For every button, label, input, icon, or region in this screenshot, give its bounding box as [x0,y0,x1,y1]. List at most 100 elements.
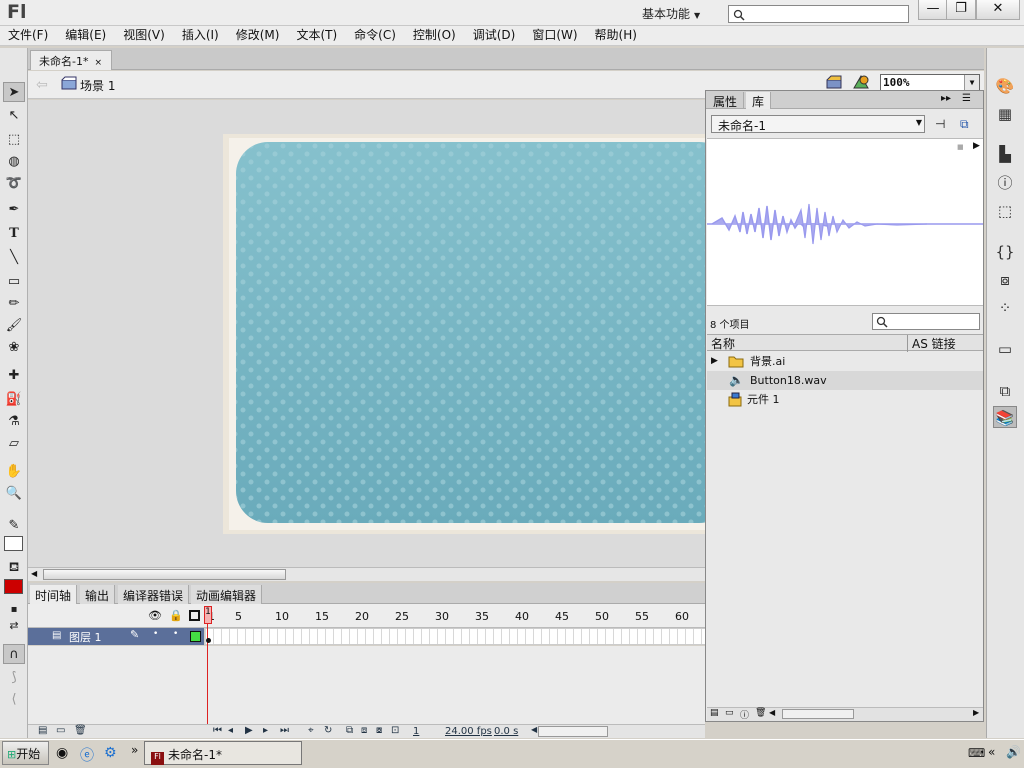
center-frame-icon[interactable]: ⌖ [308,725,314,736]
layer-row[interactable]: ▤ 图层 1 ✎ • • [28,628,204,645]
edit-multiple-frames-icon[interactable]: ⧇ [376,725,382,736]
start-button[interactable]: ⊞开始 [2,741,49,765]
eraser-tool[interactable]: ▱ [3,434,25,454]
column-name[interactable]: 名称 [711,335,735,352]
menu-help[interactable]: 帮助(H) [595,26,637,44]
brush-tool[interactable]: 🖌 [3,316,25,336]
snap-magnet-icon[interactable]: ∩ [3,644,25,664]
library-item-symbol[interactable]: 元件 1 [707,390,983,409]
lasso-tool[interactable]: ➰ [3,174,25,194]
delete-layer-icon[interactable]: 🗑 [74,725,87,736]
menu-insert[interactable]: 插入(I) [182,26,219,44]
onion-skin-icon[interactable]: ⧉ [346,725,353,736]
menu-text[interactable]: 文本(T) [296,26,337,44]
transform-icon[interactable]: ⬚ [993,200,1017,222]
frame-ruler[interactable]: 1 5 10 15 20 25 30 35 40 45 50 55 60 [205,610,705,624]
speaker-icon[interactable]: 🔊 [1006,745,1021,759]
zoom-tool[interactable]: 🔍 [3,484,25,504]
motion-presets-icon[interactable]: ⁘ [993,297,1017,319]
new-layer-icon[interactable]: ▤ [38,725,47,736]
stroke-color-swatch[interactable] [4,536,23,551]
zoom-select[interactable]: 100% ▼ [880,74,980,91]
menu-view[interactable]: 视图(V) [123,26,165,44]
new-symbol-icon[interactable]: ▤ [710,708,719,718]
scroll-right-icon[interactable]: ▶ [973,708,979,717]
library-item-background-ai[interactable]: ▶ 背景.ai [707,352,983,371]
stage-area[interactable] [28,100,705,567]
hand-tool[interactable]: ✋ [3,462,25,482]
info-icon[interactable]: ⓘ [993,172,1017,194]
3d-rotation-tool[interactable]: ◍ [3,152,25,172]
settings-icon[interactable]: ⚙ [104,745,117,761]
eye-icon[interactable]: 👁 [148,609,162,622]
menu-modify[interactable]: 修改(M) [236,26,280,44]
tab-compiler-errors[interactable]: 编译器错误 [118,585,190,604]
library-icon[interactable]: 📚 [993,406,1017,428]
line-tool[interactable]: ╲ [3,248,25,268]
menu-control[interactable]: 控制(O) [413,26,456,44]
pen-tool[interactable]: ✒ [3,200,25,220]
collapse-panel-icon[interactable]: ▸▸ [941,93,951,104]
menu-debug[interactable]: 调试(D) [473,26,516,44]
lock-dot[interactable]: • [173,629,178,639]
new-library-panel-icon[interactable]: ⧉ [960,117,969,132]
current-frame-value[interactable]: 1 [413,726,419,737]
close-button[interactable]: ✕ [976,0,1020,20]
tab-library[interactable]: 库 [746,92,772,109]
scroll-left-icon[interactable]: ◀ [769,708,775,717]
playhead[interactable]: 1 [204,606,212,624]
expand-arrow-icon[interactable]: ▶ [711,352,718,371]
project-icon[interactable]: ▭ [993,338,1017,360]
scroll-left-icon[interactable]: ◀ [31,569,37,578]
scroll-left-icon[interactable]: ◀ [531,725,537,734]
stop-icon[interactable]: ■ [957,143,964,151]
components-icon[interactable]: ⧇ [993,269,1017,291]
menu-edit[interactable]: 编辑(E) [65,26,106,44]
workspace-switcher[interactable]: 基本功能 ▼ [632,3,712,23]
timeline-scrollbar-thumb[interactable] [538,726,608,737]
tab-properties[interactable]: 属性 [707,92,745,109]
library-item-sound[interactable]: 🔈 Button18.wav [707,371,983,390]
edit-scene-icon[interactable] [826,75,842,89]
menu-commands[interactable]: 命令(C) [354,26,396,44]
text-tool[interactable]: T [3,224,25,244]
next-frame-icon[interactable]: ▸ [263,725,268,736]
library-document-select[interactable]: 未命名-1 ▼ [711,115,925,133]
tray-expand-icon[interactable]: « [988,745,995,759]
fill-color-swatch[interactable] [4,579,23,594]
outline-icon[interactable] [189,610,200,621]
library-search-input[interactable] [872,313,980,330]
close-tab-icon[interactable]: × [94,58,102,68]
fps-value[interactable]: 24.00 fps [445,726,492,737]
delete-item-icon[interactable]: 🗑 [755,708,766,718]
pencil-tool[interactable]: ✏ [3,294,25,314]
edit-symbols-icon[interactable] [852,74,870,90]
onion-outline-icon[interactable]: ⧈ [361,725,367,736]
last-frame-icon[interactable]: ⏭ [280,725,289,736]
quicklaunch-more-icon[interactable]: » [131,743,138,757]
code-snippets-icon[interactable]: {} [993,241,1017,263]
tab-timeline[interactable]: 时间轴 [30,585,78,604]
color-palette-icon[interactable]: 🎨 [993,75,1017,97]
new-folder-icon[interactable]: ▭ [725,708,734,718]
scrollbar-thumb[interactable] [43,569,286,580]
library-scrollbar-thumb[interactable] [782,709,854,719]
document-tab[interactable]: 未命名-1* × [30,50,112,70]
stroke-color-icon[interactable]: ✎ [3,516,25,536]
swap-colors-icon[interactable]: ⇄ [3,616,25,636]
menu-file[interactable]: 文件(F) [8,26,48,44]
minimize-button[interactable]: — [918,0,948,20]
first-frame-icon[interactable]: ⏮ [213,725,222,736]
subselection-tool[interactable]: ↖ [3,106,25,126]
bone-tool[interactable]: ✚ [3,366,25,386]
column-as-linkage[interactable]: AS 链接 [907,335,956,352]
prev-frame-icon[interactable]: ◂ [228,725,233,736]
lock-icon[interactable]: 🔒 [169,609,183,622]
restore-button[interactable]: ❐ [946,0,976,20]
taskbar-item-flash[interactable]: Fl 未命名-1* [144,741,302,765]
play-icon[interactable]: ▶ [245,725,253,736]
loop-icon[interactable]: ↻ [324,725,332,736]
smooth-icon[interactable]: ⟆ [3,668,25,688]
align-icon[interactable]: ▙ [993,143,1017,165]
selection-tool[interactable]: ➤ [3,82,25,102]
